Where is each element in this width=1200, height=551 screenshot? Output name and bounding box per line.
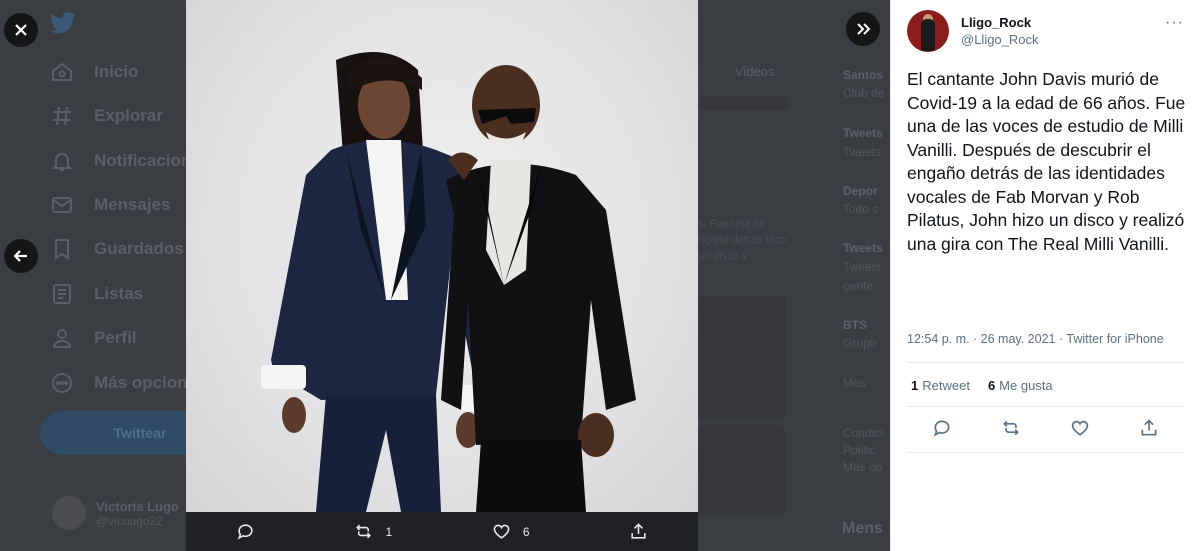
hashtag-icon	[53, 106, 71, 126]
media-action-bar: 1 6	[186, 512, 698, 551]
retweet-icon[interactable]	[1001, 418, 1021, 438]
background-pill	[700, 96, 788, 110]
footer-link: Condici	[843, 426, 884, 440]
reply-icon	[237, 524, 253, 540]
trend-meta: Club de	[843, 86, 885, 100]
trend-meta: Grupo	[843, 336, 877, 350]
trend-label: BTS	[843, 318, 867, 332]
tweet-photo[interactable]	[186, 0, 698, 512]
divider	[907, 362, 1184, 363]
mail-icon	[52, 197, 72, 213]
trend-label: Depor	[843, 184, 878, 198]
arrow-left-icon	[13, 250, 27, 262]
author-handle[interactable]: @Lligo_Rock	[961, 32, 1039, 47]
nav-item-mensajes: Mensajes	[50, 190, 171, 220]
share-icon	[631, 523, 646, 539]
trend-meta: Todo s	[843, 202, 879, 216]
retweet-count: 1	[385, 524, 393, 539]
bookmark-icon	[55, 239, 69, 260]
trend-meta: gente	[843, 279, 874, 293]
nav-item-explorar: Explorar	[50, 101, 163, 131]
divider	[907, 452, 1184, 453]
nav-label: Perfil	[94, 328, 137, 347]
nav-item-mas-opciones: Más opcion	[50, 368, 188, 398]
reply-icon[interactable]	[932, 418, 952, 438]
like-count: 6	[522, 524, 530, 539]
nav-item-inicio: Inicio	[50, 57, 138, 87]
close-button[interactable]	[4, 13, 38, 47]
list-icon	[53, 284, 71, 304]
close-icon	[15, 24, 27, 36]
nav-item-perfil: Perfil	[50, 323, 137, 353]
trend-label: Tweets	[843, 126, 883, 140]
tweet-date[interactable]: 26 may. 2021	[981, 332, 1056, 346]
nav-label: Mensajes	[94, 195, 171, 214]
photo-illustration	[261, 52, 636, 512]
previous-image-button[interactable]	[4, 239, 38, 273]
background-image-thumb	[698, 425, 786, 515]
tweet-author: Lligo_Rock @Lligo_Rock	[907, 10, 1039, 52]
trend-meta: Tweets	[843, 260, 882, 274]
tweet-time[interactable]: 12:54 p. m.	[907, 332, 970, 346]
account-switcher: Victoria Lugo @vicuugo22	[52, 496, 179, 530]
trend-label: Santos	[843, 68, 884, 82]
likes-stat[interactable]: 6 Me gusta	[988, 378, 1053, 393]
reply-button[interactable]	[236, 522, 255, 541]
footer-link: Más op	[843, 460, 883, 474]
nav-item-listas: Listas	[50, 279, 143, 309]
nav-label: Explorar	[94, 106, 163, 125]
tweet-stats: 1 Retweet 6 Me gusta	[911, 378, 1053, 393]
more-icon	[52, 373, 72, 393]
nav-label: Notificacion	[94, 151, 192, 170]
tab-videos: Videos	[735, 64, 775, 79]
like-button[interactable]: 6	[492, 522, 530, 541]
expand-panel-button[interactable]	[846, 12, 880, 46]
retweet-icon	[356, 524, 372, 539]
heart-icon[interactable]	[1070, 418, 1090, 438]
meta-separator: ·	[973, 332, 981, 346]
footer-link: Polític	[843, 443, 876, 457]
nav-item-guardados: Guardados	[50, 234, 184, 264]
trend-meta: Tweets	[843, 145, 882, 159]
trend-meta: Mos	[843, 376, 866, 390]
retweets-stat[interactable]: 1 Retweet	[911, 378, 970, 393]
nav-label: Listas	[94, 284, 144, 303]
profile-handle: @vicuugo22	[96, 513, 163, 528]
bell-icon	[51, 153, 73, 171]
author-name[interactable]: Lligo_Rock	[961, 15, 1039, 30]
share-button[interactable]	[629, 522, 648, 541]
background-image-thumb	[698, 295, 786, 420]
tweet-detail-panel: Lligo_Rock @Lligo_Rock ··· El cantante J…	[890, 0, 1200, 551]
retweet-button[interactable]: 1	[354, 522, 392, 541]
chevrons-right-icon	[857, 23, 871, 35]
messages-drawer-label: Mens	[842, 520, 883, 537]
background-tweet-snippet: s. Fue una de ngaño detrás hizo un disco…	[698, 218, 786, 262]
avatar[interactable]	[907, 10, 949, 52]
home-icon	[52, 62, 72, 81]
nav-label: Más opcion	[94, 373, 188, 392]
avatar	[52, 496, 86, 530]
trend-label: Tweets	[843, 241, 883, 255]
person-icon	[52, 329, 72, 348]
tweet-text: El cantante John Davis murió de Covid-19…	[907, 69, 1186, 254]
profile-name: Victoria Lugo	[96, 498, 179, 514]
twitter-logo-icon	[50, 12, 76, 34]
divider	[907, 406, 1184, 407]
nav-label: Guardados	[94, 239, 184, 258]
tweet-client[interactable]: Twitter for iPhone	[1066, 332, 1163, 346]
nav-item-notificaciones: Notificacion	[50, 146, 191, 176]
tweet-actions	[907, 418, 1184, 438]
heart-icon	[493, 524, 510, 539]
tweet-meta: 12:54 p. m. · 26 may. 2021 · Twitter for…	[907, 332, 1164, 346]
nav-label: Inicio	[94, 62, 139, 81]
more-options-icon[interactable]: ···	[1165, 14, 1184, 32]
share-icon[interactable]	[1139, 418, 1159, 438]
